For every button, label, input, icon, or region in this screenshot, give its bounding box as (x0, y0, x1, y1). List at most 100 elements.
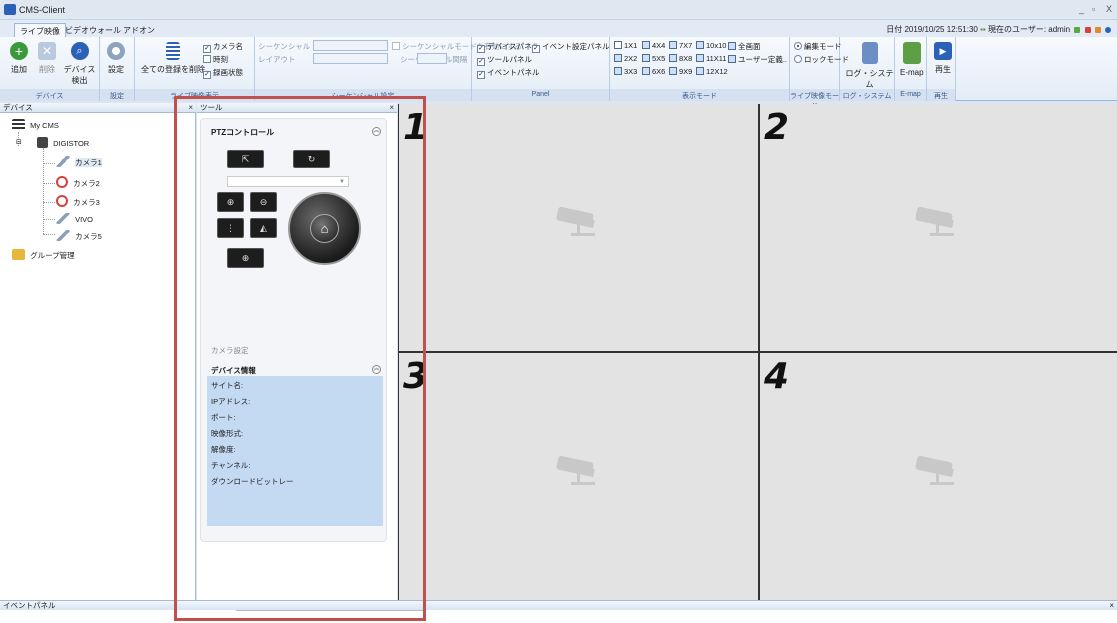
interval-select[interactable] (417, 53, 447, 64)
ptz-rotate-button[interactable]: ↻ (293, 150, 330, 168)
minimize-button[interactable]: _ (1079, 4, 1084, 14)
add-device-button[interactable]: + 追加 (10, 42, 28, 75)
tools-icon[interactable] (1094, 27, 1101, 33)
group-label-live-mode: ライブ映像モード (790, 89, 839, 110)
mode-8x8-label: 8X8 (679, 54, 693, 63)
log-icon (861, 42, 878, 64)
tab-video-wall[interactable]: ビデオウォール (60, 23, 126, 37)
tree-camera-3[interactable]: カメラ3 (56, 195, 100, 208)
time-checkbox[interactable]: 時刻 (203, 54, 228, 65)
rec-status-label: 録画状態 (213, 68, 243, 77)
collapse-ptz-icon[interactable]: ︽ (372, 127, 381, 136)
tree-root[interactable]: My CMS (12, 119, 59, 130)
camera-error-icon (56, 176, 68, 188)
tool-panel-label: ツールパネル (487, 55, 532, 64)
event-panel-body (0, 610, 1117, 623)
ptz-expand-button[interactable]: ⇱ (227, 150, 264, 168)
playback-button[interactable]: ▶ 再生 (934, 42, 952, 75)
ptz-center-button[interactable]: ⊕ (227, 248, 264, 268)
close-tool-panel-icon[interactable]: × (389, 103, 394, 113)
detect-device-button[interactable]: ⌕ デバイス検出 (60, 42, 99, 86)
mode-9x9[interactable]: 9X9 (669, 67, 692, 76)
clear-all-button[interactable]: 全ての登録を削除 (141, 42, 205, 75)
mode-3x3[interactable]: 3X3 (614, 67, 637, 76)
device-panel-checkbox[interactable]: ✓ デバイスパネル (477, 41, 539, 53)
video-cell-1[interactable]: 1 (399, 104, 758, 351)
mode-user-defined[interactable]: ユーザー定義.. (728, 54, 787, 65)
expand-icon[interactable]: ⊟ (16, 138, 22, 146)
edit-mode-radio[interactable]: 編集モード (794, 41, 842, 52)
video-cell-3[interactable]: 3 (399, 353, 758, 600)
gear-icon (107, 42, 125, 60)
delete-device-button[interactable]: ✕ 削除 (38, 42, 56, 75)
log-system-label: ログ・システム (845, 69, 894, 89)
ptz-preset-select[interactable]: ▼ (227, 176, 349, 187)
focus-button[interactable]: ⋮ (217, 218, 244, 238)
collapse-device-info-icon[interactable]: ︽ (372, 365, 381, 374)
close-device-panel-icon[interactable]: × (188, 103, 193, 113)
chevron-down-icon: ▼ (339, 179, 345, 185)
close-button[interactable]: X (1106, 4, 1112, 14)
mode-4x4[interactable]: 4X4 (642, 41, 665, 50)
ptz-joystick[interactable]: ⌂ (288, 192, 361, 265)
group-label-device: デバイス (0, 89, 99, 101)
mode-user-defined-label: ユーザー定義.. (738, 55, 788, 64)
mode-5x5-label: 5X5 (652, 54, 666, 63)
iris-button[interactable]: ◭ (250, 218, 277, 238)
sequential-label: シーケンシャル (258, 42, 311, 51)
zoom-in-button[interactable]: ⊕ (217, 192, 244, 212)
video-cell-4[interactable]: 4 (760, 353, 1117, 600)
user-icon[interactable] (1074, 27, 1081, 33)
home-icon[interactable]: ⌂ (310, 214, 339, 243)
mode-12x12-label: 12X12 (706, 67, 728, 76)
mode-fullscreen[interactable]: 全画面 (728, 41, 761, 52)
tab-live-video[interactable]: ライブ映像 (14, 23, 66, 37)
tree-group-management[interactable]: グループ管理 (12, 249, 75, 261)
mode-5x5[interactable]: 5X5 (642, 54, 665, 63)
event-settings-checkbox[interactable]: ✓ イベント設定パネル (532, 41, 610, 53)
mode-6x6[interactable]: 6X6 (642, 67, 665, 76)
mode-10x10[interactable]: 10x10 (696, 41, 726, 50)
zoom-out-button[interactable]: ⊖ (250, 192, 277, 212)
maximize-button[interactable]: ▫ (1092, 4, 1095, 14)
camera-placeholder-icon (556, 455, 595, 485)
tab-addon[interactable]: アドオン (118, 23, 160, 37)
tree-camera-1[interactable]: カメラ1 (56, 156, 102, 168)
camera-settings-label[interactable]: カメラ設定 (211, 345, 249, 356)
mode-12x12[interactable]: 12X12 (696, 67, 728, 76)
camera-name-checkbox[interactable]: ✓ カメラ名 (203, 41, 243, 53)
sequential-select[interactable] (313, 40, 388, 51)
delete-icon: ✕ (38, 42, 56, 60)
device-panel-title: デバイス (3, 103, 33, 112)
tree-camera-5[interactable]: カメラ5 (56, 230, 102, 242)
mode-9x9-label: 9X9 (679, 67, 693, 76)
cell-number: 4 (764, 356, 790, 397)
add-label: 追加 (11, 65, 27, 74)
event-panel-checkbox[interactable]: ✓ イベントパネル (477, 67, 540, 79)
tool-panel-checkbox[interactable]: ✓ ツールパネル (477, 54, 532, 66)
group-label-settings: 設定 (100, 89, 134, 101)
close-event-panel-icon[interactable]: × (1109, 601, 1114, 610)
mode-8x8[interactable]: 8X8 (669, 54, 692, 63)
group-mgmt-label: グループ管理 (30, 251, 75, 260)
rec-status-checkbox[interactable]: ✓ 録画状態 (203, 67, 243, 79)
emap-button[interactable]: E-map (900, 42, 924, 77)
log-system-button[interactable]: ログ・システム (845, 42, 894, 90)
settings-button[interactable]: 設定 (107, 42, 125, 75)
mode-2x2[interactable]: 2X2 (614, 54, 637, 63)
mode-11x11[interactable]: 11X11 (696, 54, 727, 63)
mode-1x1[interactable]: 1X1 (614, 41, 637, 50)
logout-icon[interactable] (1084, 27, 1091, 33)
layout-select[interactable] (313, 53, 388, 64)
video-cell-2[interactable]: 2 (760, 104, 1117, 351)
group-view-mode: 1X1 4X4 7X7 10x10 全画面 2X2 5X5 8X8 11X11 … (610, 37, 790, 101)
tree-camera-2[interactable]: カメラ2 (56, 176, 100, 189)
tree-nvr[interactable]: DIGISTOR (37, 137, 89, 148)
detect-label: デバイス検出 (63, 65, 96, 85)
window-title: CMS-Client (19, 5, 66, 15)
group-label-display: ライブ映像表示 (135, 89, 254, 101)
video-format-field: 映像形式: (211, 429, 244, 438)
tree-camera-vivo[interactable]: VIVO (56, 213, 93, 224)
info-icon[interactable] (1105, 27, 1111, 33)
mode-7x7[interactable]: 7X7 (669, 41, 692, 50)
